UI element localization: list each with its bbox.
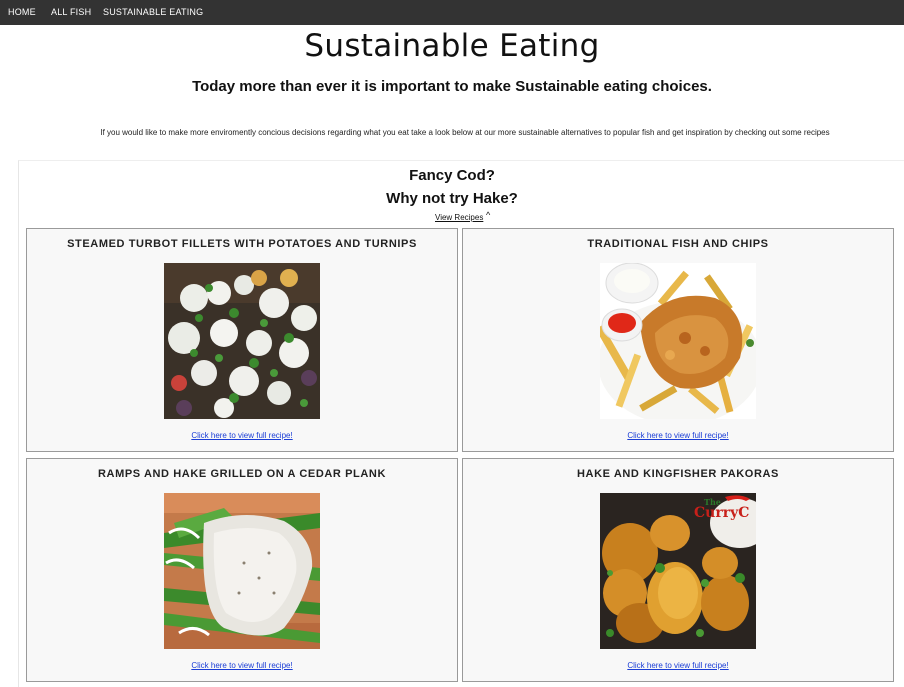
recipe-title: TRADITIONAL FISH AND CHIPS xyxy=(587,238,769,250)
recipe-title: RAMPS AND HAKE GRILLED ON A CEDAR PLANK xyxy=(97,468,386,480)
recipe-image-turbot[interactable] xyxy=(164,263,320,419)
fancy-cod-heading: Fancy Cod? xyxy=(409,167,495,184)
recipe-title: STEAMED TURBOT FILLETS WITH POTATOES AND… xyxy=(67,238,417,250)
page-title: Sustainable Eating xyxy=(304,28,600,64)
view-recipe-link[interactable]: Click here to view full recipe! xyxy=(27,431,457,440)
recipe-card-turbot: STEAMED TURBOT FILLETS WITH POTATOES AND… xyxy=(26,228,458,452)
recipe-image-fish-and-chips[interactable] xyxy=(600,263,756,419)
page-subtitle: Today more than ever it is important to … xyxy=(192,78,712,95)
nav-all-fish-link[interactable]: ALL FISH xyxy=(51,0,91,25)
nav-sustainable-eating-link[interactable]: SUSTAINABLE EATING xyxy=(103,0,203,25)
recipe-title: HAKE AND KINGFISHER PAKORAS xyxy=(577,468,779,480)
chevron-up-icon[interactable]: ^ xyxy=(486,210,490,220)
view-recipe-link[interactable]: Click here to view full recipe! xyxy=(27,661,457,670)
recipe-image-ramps-hake[interactable] xyxy=(164,493,320,649)
top-navbar: HOME ALL FISH SUSTAINABLE EATING xyxy=(0,0,904,25)
view-recipes-toggle[interactable]: View Recipes xyxy=(435,213,483,222)
recipe-image-pakoras[interactable]: The CurryC xyxy=(600,493,756,649)
recipe-card-ramps-hake: RAMPS AND HAKE GRILLED ON A CEDAR PLANK … xyxy=(26,458,458,682)
svg-text:CurryC: CurryC xyxy=(694,505,749,521)
view-recipe-link[interactable]: Click here to view full recipe! xyxy=(463,661,893,670)
recipe-card-pakoras: HAKE AND KINGFISHER PAKORAS The CurryC C… xyxy=(462,458,894,682)
view-recipe-link[interactable]: Click here to view full recipe! xyxy=(463,431,893,440)
recipe-card-fish-and-chips: TRADITIONAL FISH AND CHIPS Click here to… xyxy=(462,228,894,452)
why-not-hake-heading: Why not try Hake? xyxy=(386,190,518,207)
nav-home-link[interactable]: HOME xyxy=(8,0,36,25)
intro-text: If you would like to make more enviromen… xyxy=(100,128,830,137)
